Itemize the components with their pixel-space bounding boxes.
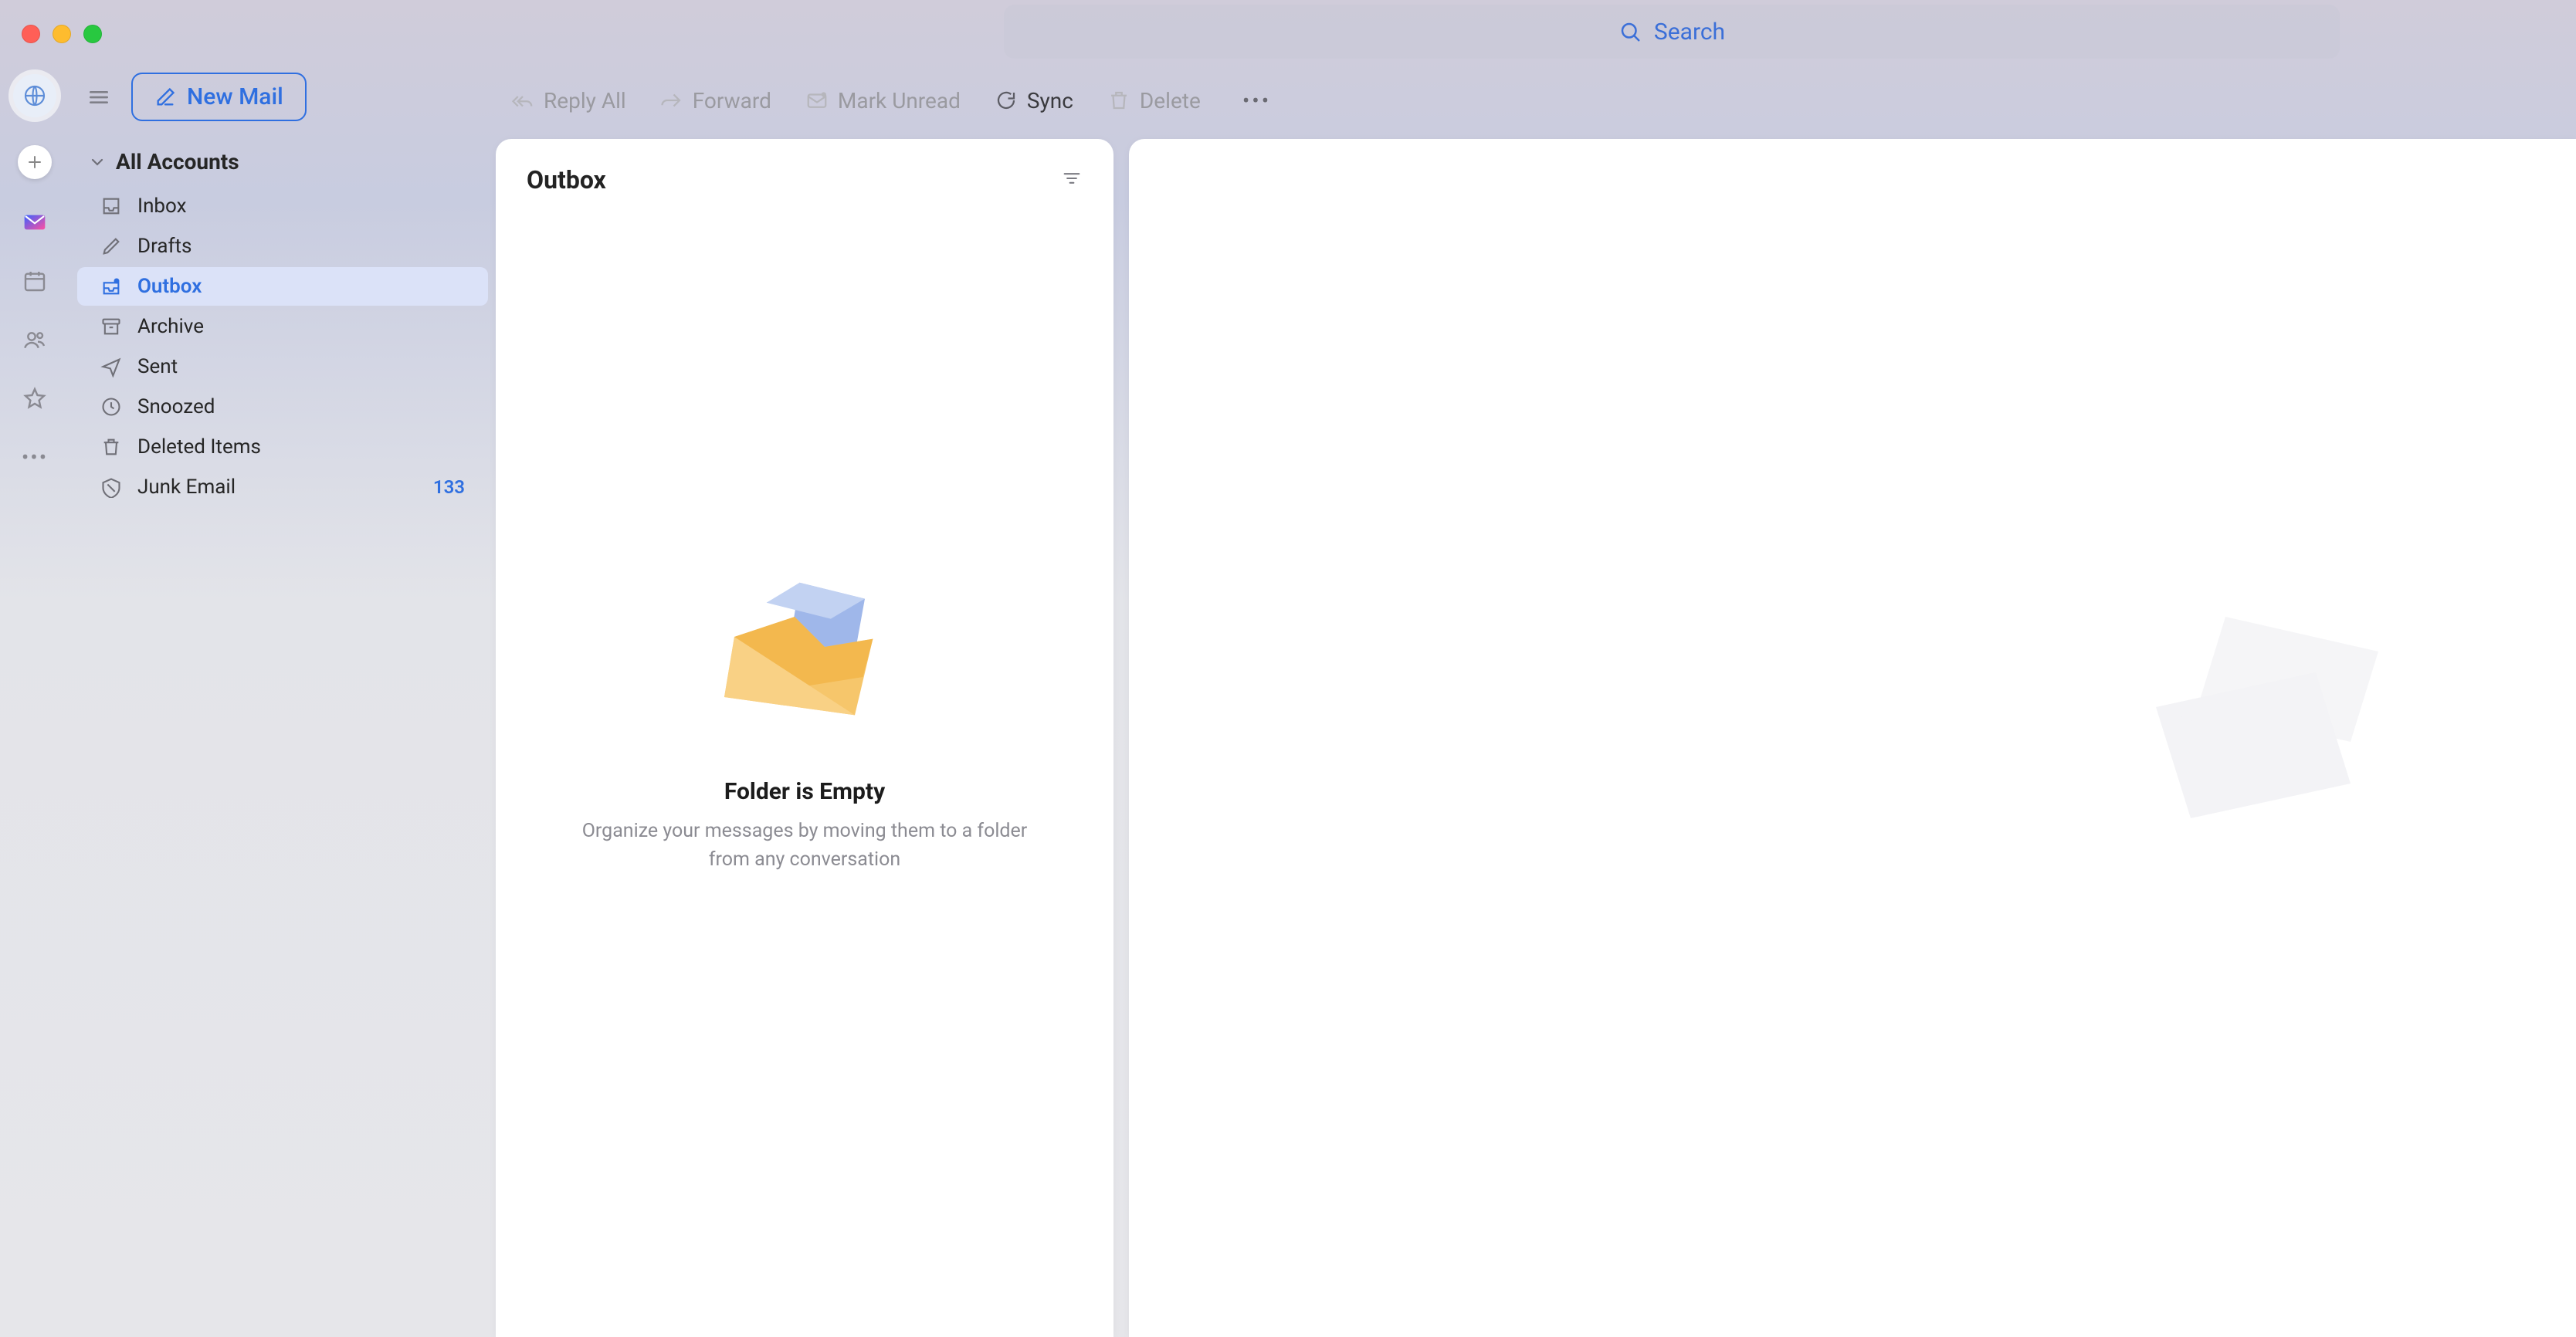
toolbar-more-button[interactable]: ••• — [1235, 88, 1279, 113]
empty-folder-illustration — [704, 547, 905, 747]
tool-label: Sync — [1027, 88, 1073, 113]
tool-label: Forward — [693, 88, 771, 113]
star-icon — [22, 386, 47, 411]
folder-label: Deleted Items — [137, 435, 261, 459]
sent-icon — [100, 356, 122, 377]
trash-icon — [100, 436, 122, 458]
folder-drafts[interactable]: Drafts — [77, 227, 488, 266]
content-area: Reply All Forward Mark Unread Sync Delet… — [496, 69, 2576, 1337]
empty-title: Folder is Empty — [724, 778, 885, 805]
main-area: ••• New Mail All Accounts Inbox Draf — [0, 69, 2576, 1337]
trash-icon — [1107, 89, 1130, 112]
empty-subtitle: Organize your messages by moving them to… — [581, 817, 1029, 874]
nav-rail: ••• — [0, 69, 69, 1337]
folder-sidebar: New Mail All Accounts Inbox Drafts Outbo… — [69, 69, 496, 1337]
list-title: Outbox — [527, 165, 606, 195]
filter-icon — [1061, 168, 1083, 189]
account-header-label: All Accounts — [116, 149, 239, 174]
empty-state: Folder is Empty Organize your messages b… — [496, 207, 1113, 1337]
outbox-icon — [100, 276, 122, 297]
search-bar[interactable]: Search — [1004, 5, 2340, 59]
tool-label: Delete — [1140, 88, 1201, 113]
list-header: Outbox — [496, 139, 1113, 207]
archive-icon — [100, 316, 122, 337]
mark-unread-button[interactable]: Mark Unread — [805, 88, 961, 113]
account-avatar[interactable] — [13, 74, 56, 117]
message-toolbar: Reply All Forward Mark Unread Sync Delet… — [496, 69, 2576, 139]
window-minimize-button[interactable] — [53, 25, 71, 43]
new-mail-label: New Mail — [187, 83, 283, 110]
delete-button[interactable]: Delete — [1107, 88, 1201, 113]
ellipsis-icon: ••• — [22, 445, 48, 470]
folder-list: Inbox Drafts Outbox Archive Sent Snoozed — [77, 187, 488, 506]
search-icon — [1618, 20, 1642, 43]
rail-contacts[interactable] — [19, 324, 50, 355]
titlebar: Search — [0, 0, 2576, 69]
folder-label: Junk Email — [137, 476, 236, 499]
rail-calendar[interactable] — [19, 266, 50, 296]
reading-empty-illustration — [2128, 575, 2406, 853]
folder-inbox[interactable]: Inbox — [77, 187, 488, 225]
mark-unread-icon — [805, 89, 829, 112]
rail-more[interactable]: ••• — [19, 442, 50, 472]
folder-count: 133 — [433, 476, 473, 498]
chevron-down-icon — [88, 153, 107, 171]
message-list-panel: Outbox Folder is Empty Organize your mes — [496, 139, 1113, 1337]
folder-label: Outbox — [137, 275, 202, 298]
compose-icon — [154, 86, 176, 108]
sync-button[interactable]: Sync — [995, 88, 1073, 113]
calendar-icon — [22, 269, 47, 293]
sync-icon — [995, 89, 1018, 112]
tool-label: Reply All — [544, 88, 626, 113]
window-close-button[interactable] — [22, 25, 40, 43]
reply-all-button[interactable]: Reply All — [511, 88, 626, 113]
ellipsis-icon: ••• — [1242, 88, 1271, 113]
inbox-icon — [100, 195, 122, 217]
folder-label: Sent — [137, 355, 178, 378]
mail-icon — [22, 210, 47, 235]
drafts-icon — [100, 235, 122, 257]
tool-label: Mark Unread — [838, 88, 961, 113]
folder-snoozed[interactable]: Snoozed — [77, 388, 488, 426]
folder-deleted[interactable]: Deleted Items — [77, 428, 488, 466]
folder-outbox[interactable]: Outbox — [77, 267, 488, 306]
folder-junk[interactable]: Junk Email 133 — [77, 468, 488, 506]
folder-label: Drafts — [137, 235, 192, 258]
search-placeholder: Search — [1654, 19, 1725, 46]
hamburger-icon — [86, 85, 111, 110]
window-maximize-button[interactable] — [83, 25, 102, 43]
forward-button[interactable]: Forward — [660, 88, 771, 113]
add-account-button[interactable] — [18, 145, 52, 179]
toggle-sidebar-button[interactable] — [85, 83, 113, 111]
sidebar-top: New Mail — [77, 73, 488, 143]
plus-icon — [25, 153, 44, 171]
window-controls — [22, 25, 102, 43]
new-mail-button[interactable]: New Mail — [131, 73, 307, 121]
globe-icon — [22, 83, 47, 108]
reading-panel — [1129, 139, 2576, 1337]
clock-icon — [100, 396, 122, 418]
junk-icon — [100, 476, 122, 498]
rail-mail[interactable] — [19, 207, 50, 238]
rail-favorites[interactable] — [19, 383, 50, 414]
folder-label: Snoozed — [137, 395, 215, 418]
people-icon — [22, 327, 47, 352]
account-header[interactable]: All Accounts — [77, 143, 488, 181]
filter-button[interactable] — [1061, 168, 1083, 192]
reply-all-icon — [511, 89, 534, 112]
folder-sent[interactable]: Sent — [77, 347, 488, 386]
panels: Outbox Folder is Empty Organize your mes — [496, 139, 2576, 1337]
forward-icon — [660, 89, 683, 112]
folder-archive[interactable]: Archive — [77, 307, 488, 346]
folder-label: Archive — [137, 315, 204, 338]
folder-label: Inbox — [137, 195, 187, 218]
